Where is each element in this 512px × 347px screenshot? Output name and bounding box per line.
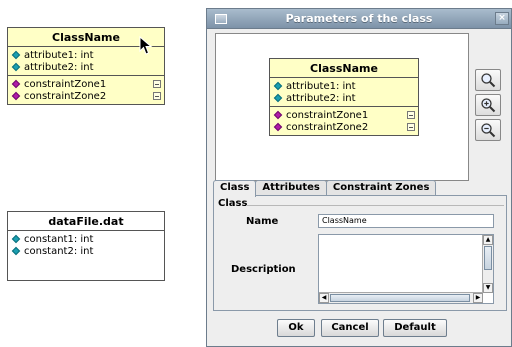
zoom-out-icon <box>481 123 496 138</box>
constant-row: constant2: int <box>11 245 161 257</box>
name-label: Name <box>246 216 279 227</box>
constant-row: constant1: int <box>11 233 161 245</box>
tab-constraint-zones[interactable]: Constraint Zones <box>325 180 437 196</box>
attribute-icon <box>273 81 283 91</box>
class-parameters-dialog: Parameters of the class × ClassName attr… <box>206 8 512 347</box>
tab-bar: Class Attributes Constraint Zones <box>213 180 437 197</box>
vertical-scrollbar[interactable]: ▲ ▼ <box>482 235 493 293</box>
vertical-scroll-thumb[interactable] <box>484 246 492 270</box>
constraint-zone-icon <box>273 122 283 132</box>
attribute-row: attribute2: int <box>11 61 161 73</box>
description-textarea[interactable]: ▲ ▼ ◀ ▶ <box>318 234 494 304</box>
data-file-box-name: dataFile.dat <box>8 212 164 231</box>
ok-button[interactable]: Ok <box>277 319 315 337</box>
attribute-icon <box>273 93 283 103</box>
preview-attributes: attribute1: int attribute2: int <box>270 78 418 106</box>
name-field[interactable]: ClassName <box>318 214 494 228</box>
constraint-zone-row: constraintZone1 <box>11 78 161 90</box>
class-preview-pane: ClassName attribute1: int attribute2: in… <box>215 33 469 181</box>
constraint-zone-row: constraintZone2 <box>273 121 415 133</box>
zoom-in-icon <box>481 98 496 113</box>
constraint-zone-row: constraintZone1 <box>273 109 415 121</box>
class-group-label: Class <box>218 198 248 209</box>
default-button[interactable]: Default <box>383 319 447 337</box>
zoom-fit-button[interactable] <box>475 69 501 91</box>
collapse-icon[interactable] <box>153 80 161 88</box>
scroll-down-arrow-icon[interactable]: ▼ <box>483 283 493 293</box>
cancel-button[interactable]: Cancel <box>321 319 379 337</box>
attribute-row: attribute1: int <box>273 80 415 92</box>
scroll-up-arrow-icon[interactable]: ▲ <box>483 235 493 245</box>
attribute-row: attribute2: int <box>273 92 415 104</box>
class-box-constraint-zones: constraintZone1 constraintZone2 <box>8 75 164 104</box>
preview-constraint-zones: constraintZone1 constraintZone2 <box>270 106 418 135</box>
data-file-box[interactable]: dataFile.dat constant1: int constant2: i… <box>7 211 165 281</box>
constraint-zone-row: constraintZone2 <box>11 90 161 102</box>
collapse-icon <box>407 111 415 119</box>
collapse-icon <box>407 123 415 131</box>
window-menu-icon[interactable] <box>215 14 227 24</box>
zoom-out-button[interactable] <box>475 119 501 141</box>
dialog-title: Parameters of the class <box>285 12 433 25</box>
zoom-fit-icon <box>481 73 496 88</box>
group-divider <box>246 205 504 206</box>
dialog-titlebar[interactable]: Parameters of the class × <box>207 9 511 29</box>
zoom-in-button[interactable] <box>475 94 501 116</box>
attribute-icon <box>11 62 21 72</box>
horizontal-scrollbar[interactable]: ◀ ▶ <box>319 292 483 303</box>
mouse-pointer-icon <box>139 36 153 55</box>
constraint-zone-icon <box>11 91 21 101</box>
constraint-zone-icon <box>273 110 283 120</box>
attribute-icon <box>11 50 21 60</box>
tab-attributes[interactable]: Attributes <box>255 180 327 196</box>
class-tab-pane: Class Name ClassName Description ▲ ▼ ◀ ▶ <box>213 195 507 311</box>
preview-class-name: ClassName <box>270 59 418 78</box>
data-file-box-constants: constant1: int constant2: int <box>8 231 164 259</box>
tab-class[interactable]: Class <box>213 180 257 197</box>
constraint-zone-icon <box>11 79 21 89</box>
collapse-icon[interactable] <box>153 92 161 100</box>
constant-icon <box>11 246 21 256</box>
constant-icon <box>11 234 21 244</box>
description-label: Description <box>231 264 296 275</box>
scroll-left-arrow-icon[interactable]: ◀ <box>319 293 329 303</box>
close-button[interactable]: × <box>495 12 509 25</box>
scroll-right-arrow-icon[interactable]: ▶ <box>473 293 483 303</box>
horizontal-scroll-thumb[interactable] <box>330 294 470 302</box>
preview-class-box: ClassName attribute1: int attribute2: in… <box>269 58 419 136</box>
